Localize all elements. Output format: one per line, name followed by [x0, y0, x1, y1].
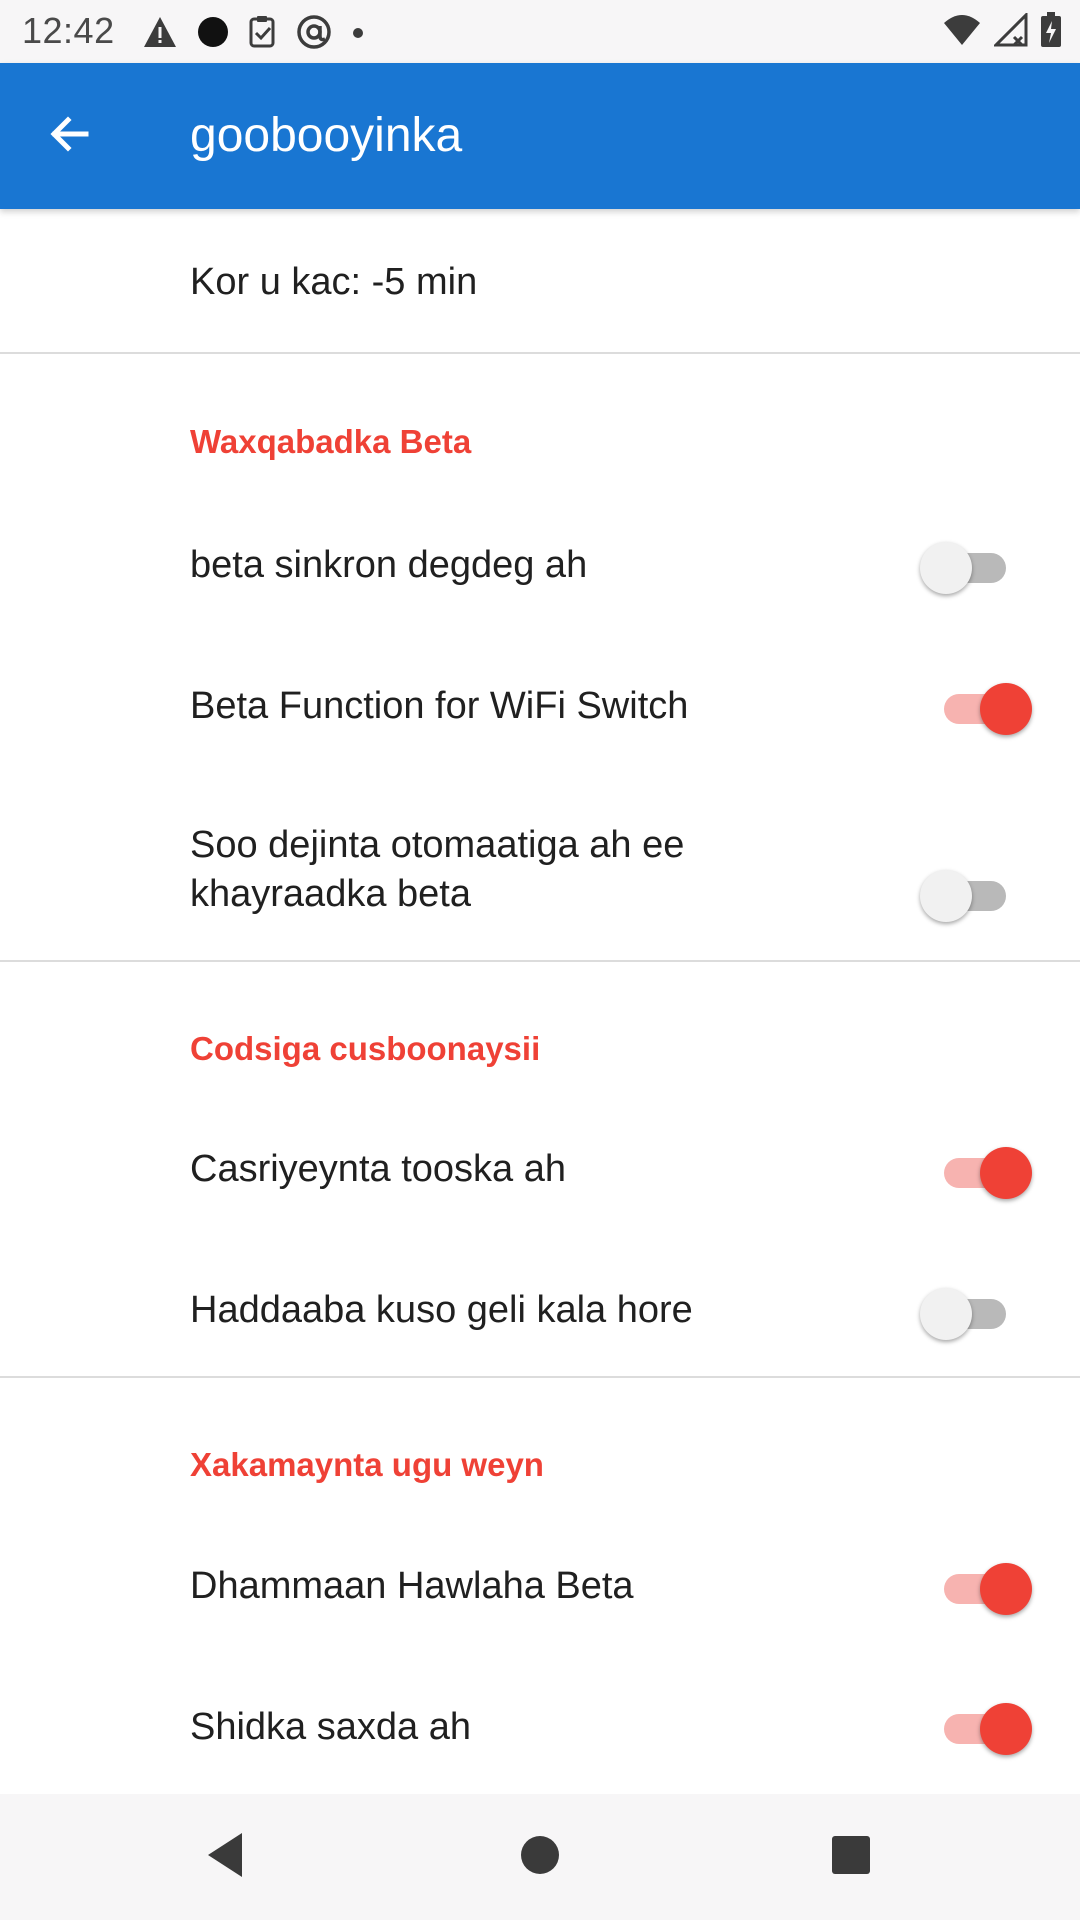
toggle-precise-switch[interactable] — [932, 1698, 1032, 1758]
pref-item-auto-update[interactable]: Casriyeynta tooska ah — [0, 1095, 1080, 1235]
circle-icon — [196, 15, 230, 54]
pref-item-label: Casriyeynta tooska ah — [190, 1148, 566, 1190]
pref-item-wifi-switch[interactable]: Beta Function for WiFi Switch — [0, 629, 1080, 769]
app-bar: goobooyinka — [0, 63, 1080, 209]
switch-thumb — [920, 1288, 972, 1340]
category-title-control: Xakamaynta ugu weyn — [190, 1446, 544, 1483]
pref-item-auto-download[interactable]: Soo dejinta otomaatiga ah ee khayraadka … — [0, 769, 1080, 957]
back-triangle-icon — [202, 1829, 250, 1886]
arrow-back-icon — [46, 110, 94, 163]
nav-recents-button[interactable] — [818, 1824, 884, 1890]
switch-thumb — [920, 870, 972, 922]
divider — [0, 352, 1080, 354]
category-title-update: Codsiga cusboonaysii — [190, 1030, 541, 1067]
divider — [0, 1376, 1080, 1378]
navigation-bar — [0, 1794, 1080, 1920]
status-bar: 12:42 — [0, 0, 1080, 63]
switch-thumb — [980, 1563, 1032, 1615]
pref-item-label-line2: khayraadka beta — [190, 873, 471, 915]
status-system-icons — [942, 11, 1062, 53]
pref-item-snooze[interactable]: Kor u kac: -5 min — [0, 209, 1080, 351]
at-sign-icon — [296, 14, 332, 55]
battery-icon — [1040, 12, 1062, 53]
switch-thumb — [920, 542, 972, 594]
recents-square-icon — [830, 1834, 872, 1881]
wifi-icon — [942, 13, 982, 52]
toggle-auto-download[interactable] — [920, 865, 1020, 925]
pref-item-label: Kor u kac: -5 min — [190, 261, 478, 303]
page-title: goobooyinka — [190, 109, 463, 162]
signal-icon — [992, 11, 1028, 52]
pref-item-all-beta[interactable]: Dhammaan Hawlaha Beta — [0, 1512, 1080, 1652]
switch-thumb — [980, 683, 1032, 735]
dot-icon — [350, 15, 366, 54]
warning-icon — [142, 15, 178, 54]
pref-item-label-line1: Soo dejinta otomaatiga ah ee — [190, 824, 685, 866]
nav-back-button[interactable] — [193, 1824, 259, 1890]
home-circle-icon — [518, 1833, 562, 1882]
pref-item-beta-sync[interactable]: beta sinkron degdeg ah — [0, 489, 1080, 629]
pref-item-previous-version[interactable]: Haddaaba kuso geli kala hore — [0, 1235, 1080, 1375]
toggle-all-beta[interactable] — [932, 1558, 1032, 1618]
pref-item-precise-switch[interactable]: Shidka saxda ah — [0, 1652, 1080, 1792]
category-title-beta: Waxqabadka Beta — [190, 423, 472, 460]
nav-home-button[interactable] — [507, 1824, 573, 1890]
pref-item-label: beta sinkron degdeg ah — [190, 544, 588, 586]
switch-thumb — [980, 1703, 1032, 1755]
pref-item-label: Dhammaan Hawlaha Beta — [190, 1565, 634, 1607]
pref-item-label: Shidka saxda ah — [190, 1706, 471, 1748]
status-time: 12:42 — [22, 10, 115, 51]
toggle-previous-version[interactable] — [920, 1283, 1020, 1343]
toggle-auto-update[interactable] — [932, 1142, 1032, 1202]
status-notification-icons — [142, 14, 366, 55]
divider — [0, 960, 1080, 962]
clipboard-check-icon — [248, 15, 278, 54]
back-button[interactable] — [34, 100, 106, 172]
toggle-beta-sync[interactable] — [920, 537, 1020, 597]
pref-item-label: Haddaaba kuso geli kala hore — [190, 1289, 693, 1331]
pref-item-label: Beta Function for WiFi Switch — [190, 685, 689, 727]
switch-thumb — [980, 1147, 1032, 1199]
toggle-wifi-switch[interactable] — [932, 678, 1032, 738]
